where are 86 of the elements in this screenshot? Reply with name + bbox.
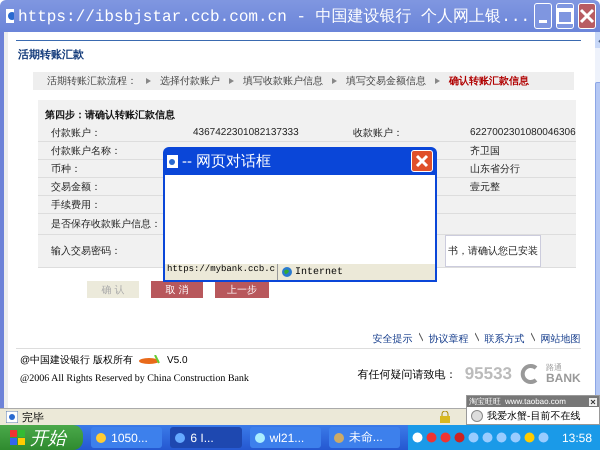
copyright-text: @2006 All Rights Reserved by China Construction Bank: [20, 373, 249, 384]
field-value: 齐卫国: [470, 144, 500, 158]
tray-icon[interactable]: [426, 432, 437, 443]
tray-icon[interactable]: [454, 432, 465, 443]
lock-icon: [440, 411, 450, 423]
field-value: 壹元整: [470, 180, 500, 194]
tray-icon[interactable]: [412, 432, 423, 443]
tray-icon[interactable]: [440, 432, 451, 443]
close-icon: [579, 8, 595, 24]
app-icon: [95, 432, 108, 444]
separator-icon: [474, 332, 479, 342]
tray-icon[interactable]: [468, 432, 479, 443]
field-label: 付款账户：: [51, 126, 101, 140]
close-icon: [415, 154, 429, 168]
field-label: 手续费用：: [51, 198, 101, 212]
form-title: 第四步：请确认转账汇款信息: [44, 108, 176, 123]
field-value: 4367422301082137333: [193, 127, 299, 138]
avatar-icon: [471, 410, 483, 422]
windows-logo-icon: [10, 430, 26, 446]
taskbar-button[interactable]: wl21...: [250, 427, 321, 448]
app-icon: [254, 432, 266, 444]
field-label: 收款账户：: [353, 126, 403, 140]
hotline-number: 95533: [464, 364, 512, 384]
arrow-icon: [435, 78, 440, 84]
field-label: 付款账户名称：: [51, 144, 121, 158]
url-text: https://mybank.ccb.c: [165, 264, 278, 280]
dialog-title: -- 网页对话框: [182, 152, 272, 170]
field-value: 山东省分行: [470, 162, 520, 176]
close-button[interactable]: [411, 150, 433, 172]
window-title: https://ibsbjstar.ccb.com.cn - 中国建设银行 个人网上银...: [18, 6, 530, 26]
clock: 13:58: [562, 430, 592, 444]
footer-link[interactable]: 协议章程: [428, 332, 469, 346]
version-text: V5.0: [166, 354, 188, 366]
tray-icon[interactable]: [538, 432, 549, 443]
logo-text: 路通: [546, 364, 563, 372]
tray-icon[interactable]: [524, 432, 535, 443]
minimize-button[interactable]: [534, 3, 552, 29]
footer-link[interactable]: 联系方式: [484, 332, 525, 346]
taskbar-button[interactable]: 6 I...: [170, 427, 242, 448]
separator-icon: [418, 332, 423, 342]
close-button[interactable]: [578, 3, 596, 29]
popup-site: www.taobao.com: [505, 397, 567, 406]
page-icon: [167, 154, 178, 168]
close-icon[interactable]: [589, 398, 597, 406]
footer-link[interactable]: 安全提示: [372, 332, 413, 346]
minimize-icon: [539, 20, 548, 22]
page-icon: [6, 411, 18, 423]
hotline-label: 有任何疑问请致电：: [358, 368, 457, 382]
logo-icon: [138, 355, 161, 365]
field-label: 是否保存收款账户信息：: [51, 218, 161, 231]
breadcrumb-step: 填写收款账户信息: [243, 74, 323, 88]
start-button[interactable]: 开始: [0, 425, 84, 450]
field-label: 币种：: [51, 162, 81, 176]
form-button[interactable]: 上一步: [215, 281, 269, 298]
logo-text: BANK: [546, 372, 581, 384]
breadcrumb-step: 确认转账汇款信息: [449, 74, 529, 88]
tray-icon[interactable]: [482, 432, 493, 443]
breadcrumb-step: 填写交易金额信息: [346, 74, 426, 88]
field-label: 输入交易密码：: [51, 244, 121, 258]
taskbar-button[interactable]: 未命...: [328, 427, 400, 448]
arrow-icon: [229, 78, 234, 84]
taskbar-button[interactable]: 1050...: [91, 427, 162, 448]
field-label: 交易金额：: [51, 180, 101, 194]
page-icon: [6, 9, 14, 23]
breadcrumb-label: 活期转账汇款流程：: [47, 74, 137, 88]
arrow-icon: [146, 78, 151, 84]
footer-link[interactable]: 网站地图: [540, 332, 581, 346]
tray-icon[interactable]: [496, 432, 507, 443]
tray-icon[interactable]: [510, 432, 521, 443]
globe-icon: [282, 267, 292, 277]
form-button[interactable]: 取 消: [151, 281, 203, 298]
copyright-text: @中国建设银行 版权所有: [20, 354, 133, 367]
popup-title: 淘宝旺旺: [469, 396, 501, 407]
field-value: 6227002301080046306: [470, 127, 576, 138]
app-icon: [174, 432, 186, 444]
arrow-icon: [332, 78, 337, 84]
separator-icon: [530, 332, 535, 342]
zone-text: Internet: [295, 266, 344, 278]
breadcrumb-step: 选择付款账户: [160, 74, 220, 88]
app-icon: [332, 432, 345, 444]
maximize-icon: [557, 8, 573, 24]
maximize-button[interactable]: [556, 3, 574, 29]
popup-message: 我爱水蟹-目前不在线: [487, 410, 580, 423]
password-field[interactable]: 书，请确认您已安装: [445, 235, 541, 267]
status-text: 完毕: [22, 410, 44, 424]
logo-icon: [520, 364, 538, 384]
